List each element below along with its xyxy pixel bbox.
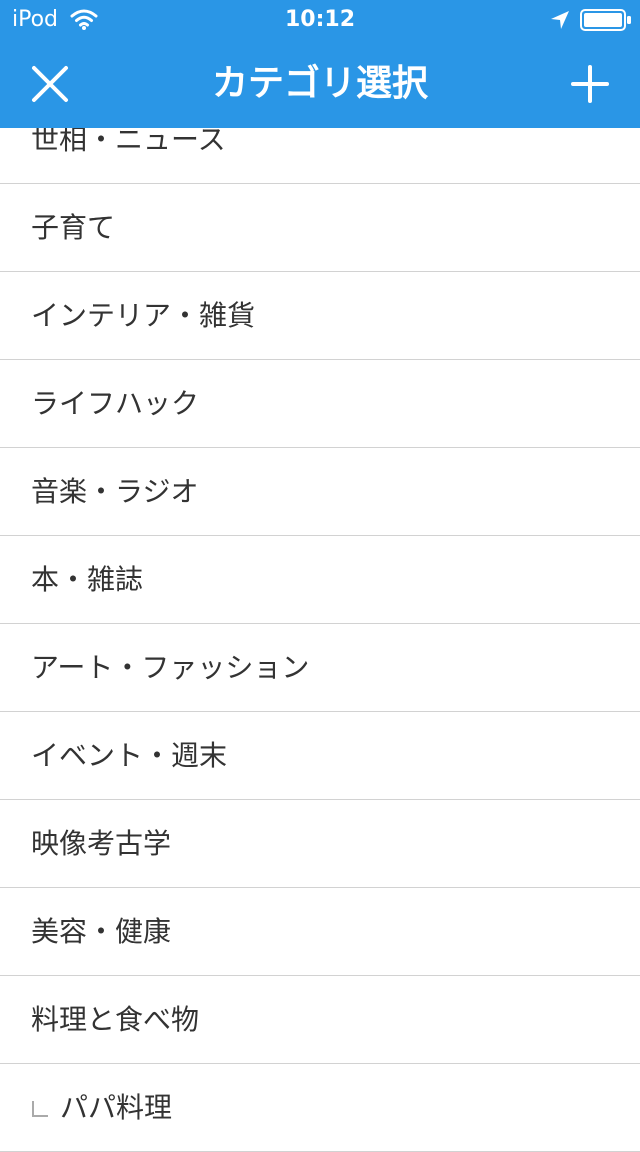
- category-item[interactable]: イベント・週末: [0, 712, 640, 800]
- category-item[interactable]: 子育て: [0, 184, 640, 272]
- category-item[interactable]: アート・ファッション: [0, 624, 640, 712]
- category-label: パパ料理: [60, 1091, 173, 1124]
- subcategory-indent-marker: [32, 1101, 48, 1117]
- category-label: アート・ファッション: [31, 651, 310, 684]
- subcategory-item[interactable]: パパ料理: [0, 1064, 640, 1152]
- category-list: 世相・ニュース 子育て インテリア・雑貨 ライフハック 音楽・ラジオ 本・雑誌 …: [0, 96, 640, 1152]
- location-arrow-icon: [551, 11, 569, 29]
- category-label: 映像考古学: [31, 827, 172, 860]
- navigation-bar: カテゴリ選択: [0, 40, 640, 128]
- close-icon: [32, 66, 68, 102]
- category-label: インテリア・雑貨: [31, 299, 256, 332]
- category-item[interactable]: インテリア・雑貨: [0, 272, 640, 360]
- page-title: カテゴリ選択: [211, 63, 428, 104]
- category-label: 子育て: [31, 211, 116, 244]
- close-button[interactable]: [20, 54, 80, 114]
- category-label: 料理と食べ物: [31, 1003, 200, 1036]
- category-item[interactable]: 音楽・ラジオ: [0, 448, 640, 536]
- category-item[interactable]: 映像考古学: [0, 800, 640, 888]
- category-item[interactable]: 美容・健康: [0, 888, 640, 976]
- add-button[interactable]: [560, 54, 620, 114]
- status-bar: iPod 10:12: [0, 0, 640, 40]
- category-label: イベント・週末: [31, 739, 228, 772]
- status-time: 10:12: [284, 7, 356, 32]
- category-item[interactable]: 本・雑誌: [0, 536, 640, 624]
- category-label: ライフハック: [31, 387, 200, 420]
- category-label: 本・雑誌: [31, 563, 144, 596]
- battery-icon: [580, 9, 631, 31]
- category-label: 音楽・ラジオ: [31, 475, 199, 508]
- plus-icon: [571, 65, 609, 103]
- category-item[interactable]: 料理と食べ物: [0, 976, 640, 1064]
- category-label: 美容・健康: [31, 915, 172, 948]
- category-item[interactable]: ライフハック: [0, 360, 640, 448]
- app-header: iPod 10:12 カテゴリ選択: [0, 0, 640, 128]
